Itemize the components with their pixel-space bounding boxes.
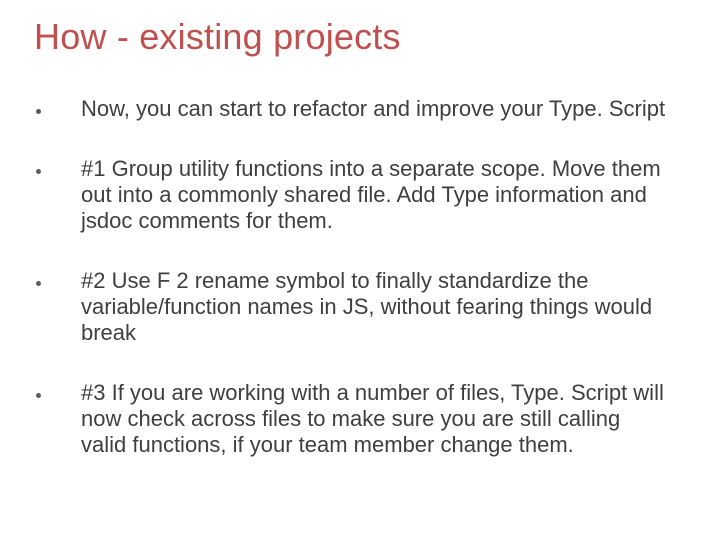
bullet-icon xyxy=(36,109,41,114)
list-item: #2 Use F 2 rename symbol to finally stan… xyxy=(34,268,686,346)
bullet-icon xyxy=(36,393,41,398)
list-item-text: Now, you can start to refactor and impro… xyxy=(81,96,665,122)
bullet-icon xyxy=(36,169,41,174)
list-item-text: #2 Use F 2 rename symbol to finally stan… xyxy=(81,268,671,346)
list-item: #3 If you are working with a number of f… xyxy=(34,380,686,458)
list-item-text: #3 If you are working with a number of f… xyxy=(81,380,671,458)
bullet-icon xyxy=(36,281,41,286)
bullet-list: Now, you can start to refactor and impro… xyxy=(34,96,686,458)
list-item: #1 Group utility functions into a separa… xyxy=(34,156,686,234)
list-item-text: #1 Group utility functions into a separa… xyxy=(81,156,671,234)
list-item: Now, you can start to refactor and impro… xyxy=(34,96,686,122)
slide-title: How - existing projects xyxy=(34,16,686,58)
slide: How - existing projects Now, you can sta… xyxy=(0,0,720,540)
